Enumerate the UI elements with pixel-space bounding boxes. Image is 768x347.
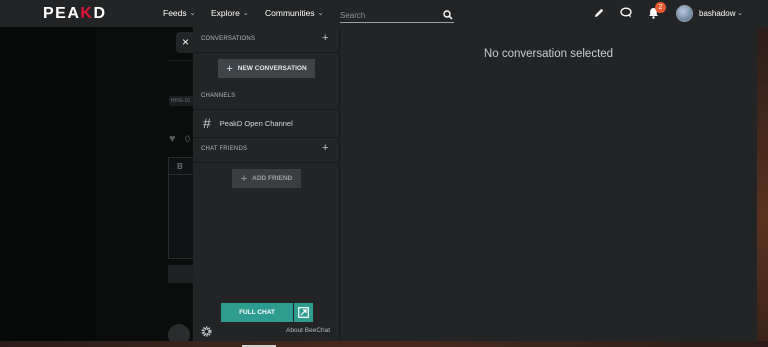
chat-icon[interactable] <box>620 6 633 24</box>
chevron-down-icon: ⌄ <box>317 10 324 17</box>
heart-icon: ♥ <box>169 133 176 145</box>
app-root: HIVE-16 ♥ 0 B PEAKD Feeds ⌄ Explore ⌄ Co… <box>0 0 768 347</box>
hash-icon: # <box>203 115 211 131</box>
nav-explore[interactable]: Explore ⌄ <box>211 8 249 18</box>
nav-communities[interactable]: Communities ⌄ <box>265 8 323 18</box>
background-button <box>168 265 194 283</box>
search-icon[interactable] <box>443 7 453 25</box>
plus-icon: + <box>226 62 233 75</box>
chat-panel: CONVERSATIONS + + NEW CONVERSATION CHANN… <box>193 27 757 341</box>
divider <box>193 162 340 163</box>
search-box <box>340 5 454 25</box>
background-vote-count: 0 <box>185 134 191 144</box>
background-right-edge <box>757 27 768 347</box>
divider <box>193 137 340 138</box>
divider <box>193 52 340 53</box>
add-conversation-icon[interactable]: + <box>322 32 328 44</box>
chevron-down-icon[interactable]: ⌄ <box>737 9 743 17</box>
username-label[interactable]: bashadow <box>699 9 735 18</box>
chat-friends-heading: CHAT FRIENDS <box>201 146 248 152</box>
background-bottom-edge <box>0 341 768 347</box>
background-left-area <box>0 27 96 347</box>
peakd-logo[interactable]: PEAKD <box>43 5 107 23</box>
top-navbar: PEAKD Feeds ⌄ Explore ⌄ Communities ⌄ Se… <box>0 0 768 27</box>
channels-heading: CHANNELS <box>201 93 236 99</box>
add-friend-button[interactable]: + ADD FRIEND <box>232 169 301 188</box>
chat-sidebar: CONVERSATIONS + + NEW CONVERSATION CHANN… <box>193 27 340 341</box>
full-chat-button[interactable]: FULL CHAT <box>221 303 293 322</box>
about-beechat-link[interactable]: About BeeChat <box>286 327 330 334</box>
nav-feeds-label: Feeds <box>163 8 187 18</box>
bold-tool-icon: B <box>177 162 183 171</box>
nav-communities-label: Communities <box>265 8 315 18</box>
add-friend-label: ADD FRIEND <box>252 175 293 182</box>
avatar[interactable] <box>676 5 693 22</box>
chevron-down-icon: ⌄ <box>242 10 249 17</box>
empty-conversation-message: No conversation selected <box>483 48 614 60</box>
search-input[interactable] <box>340 7 440 24</box>
conversations-heading: CONVERSATIONS <box>201 36 256 42</box>
divider <box>193 109 340 110</box>
new-conversation-label: NEW CONVERSATION <box>237 65 307 72</box>
notification-badge: 2 <box>655 2 666 13</box>
nav-feeds[interactable]: Feeds ⌄ <box>163 8 196 18</box>
plus-icon: + <box>240 172 248 185</box>
chevron-down-icon: ⌄ <box>189 10 196 17</box>
pencil-icon[interactable] <box>593 6 605 24</box>
add-friend-icon[interactable]: + <box>322 142 328 154</box>
background-divider <box>168 60 194 61</box>
gear-icon[interactable] <box>201 324 212 342</box>
expand-icon[interactable] <box>294 303 313 322</box>
channel-name: PeakD Open Channel <box>219 118 293 128</box>
new-conversation-button[interactable]: + NEW CONVERSATION <box>218 59 315 78</box>
nav-explore-label: Explore <box>211 8 240 18</box>
channel-item[interactable]: # PeakD Open Channel <box>193 111 340 135</box>
background-tag: HIVE-16 <box>169 96 193 106</box>
